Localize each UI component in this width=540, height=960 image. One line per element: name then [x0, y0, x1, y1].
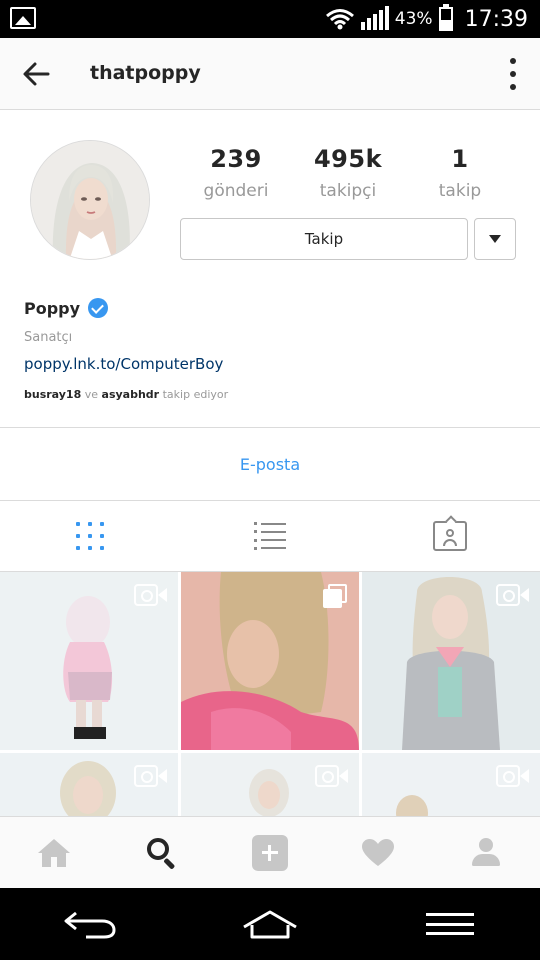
system-menu-icon — [422, 909, 478, 939]
system-menu-button[interactable] — [360, 888, 540, 960]
profile-stats: 239 gönderi 495k takipçi 1 takip — [180, 145, 516, 201]
stat-followers[interactable]: 495k takipçi — [292, 145, 404, 201]
following-label: takip — [438, 181, 482, 201]
email-button[interactable]: E-posta — [0, 428, 540, 500]
bio-name-row: Poppy — [24, 298, 109, 318]
signal-icon — [360, 6, 389, 30]
more-options-icon[interactable] — [508, 58, 518, 90]
tab-tagged[interactable] — [360, 501, 540, 571]
profile-view-tabs — [0, 501, 540, 572]
post-thumbnail[interactable] — [0, 753, 178, 816]
tab-list[interactable] — [180, 501, 360, 571]
stat-following[interactable]: 1 takip — [404, 145, 516, 201]
profile-category: Sanatçı — [24, 330, 73, 345]
followed-by-suffix: takip ediyor — [162, 388, 229, 401]
battery-percent: 43% — [394, 9, 433, 29]
tab-grid[interactable] — [0, 501, 180, 571]
profile-username: thatpoppy — [90, 62, 201, 84]
nav-home[interactable] — [0, 817, 108, 888]
gallery-notification-icon — [10, 7, 36, 29]
person-icon — [471, 837, 501, 868]
followed-by-text[interactable]: busray18 ve asyabhdr takip ediyor — [24, 388, 228, 401]
nav-search[interactable] — [108, 817, 216, 888]
profile-avatar[interactable] — [30, 140, 150, 260]
wifi-icon — [325, 9, 354, 30]
stat-posts[interactable]: 239 gönderi — [180, 145, 292, 201]
verified-badge-icon — [88, 298, 109, 318]
post-thumbnail[interactable] — [181, 572, 359, 750]
system-home-icon — [243, 910, 297, 939]
grid-icon — [76, 522, 104, 550]
system-back-button[interactable] — [0, 888, 180, 960]
video-icon — [315, 765, 349, 787]
tagged-photos-icon — [433, 521, 467, 551]
bottom-navigation — [0, 816, 540, 888]
video-icon — [134, 584, 168, 606]
search-icon — [147, 837, 177, 870]
battery-icon — [438, 4, 453, 31]
status-bar: 43% 17:39 — [0, 0, 540, 38]
post-thumbnail[interactable] — [0, 572, 178, 750]
system-back-icon — [64, 911, 116, 939]
back-arrow-icon[interactable] — [20, 58, 52, 90]
nav-add[interactable] — [216, 817, 324, 888]
nav-activity[interactable] — [324, 817, 432, 888]
follow-button[interactable]: Takip — [180, 218, 468, 260]
carousel-icon — [323, 584, 347, 608]
clock: 17:39 — [464, 6, 528, 32]
nav-profile[interactable] — [432, 817, 540, 888]
followed-by-conj: ve — [84, 388, 99, 401]
add-post-icon — [252, 834, 288, 871]
video-icon — [496, 765, 530, 787]
posts-label: gönderi — [203, 181, 269, 201]
post-thumbnail[interactable] — [362, 753, 540, 816]
followed-by-user[interactable]: busray18 — [24, 388, 81, 401]
app-header: thatpoppy — [0, 38, 540, 110]
posts-count: 239 — [210, 145, 262, 173]
profile-display-name: Poppy — [24, 298, 81, 318]
home-icon — [38, 838, 70, 867]
caret-down-icon — [489, 235, 501, 243]
posts-grid — [0, 572, 540, 816]
suggestions-dropdown-button[interactable] — [474, 218, 516, 260]
post-thumbnail[interactable] — [181, 753, 359, 816]
profile-website-link[interactable]: poppy.lnk.to/ComputerBoy — [24, 355, 223, 373]
post-thumbnail[interactable] — [362, 572, 540, 750]
following-count: 1 — [451, 145, 469, 173]
video-icon — [496, 584, 530, 606]
list-icon — [254, 522, 286, 550]
followed-by-user[interactable]: asyabhdr — [102, 388, 160, 401]
video-icon — [134, 765, 168, 787]
followers-count: 495k — [313, 145, 383, 173]
heart-icon — [362, 838, 394, 866]
followers-label: takipçi — [319, 181, 377, 201]
system-home-button[interactable] — [180, 888, 360, 960]
system-navigation-bar — [0, 888, 540, 960]
